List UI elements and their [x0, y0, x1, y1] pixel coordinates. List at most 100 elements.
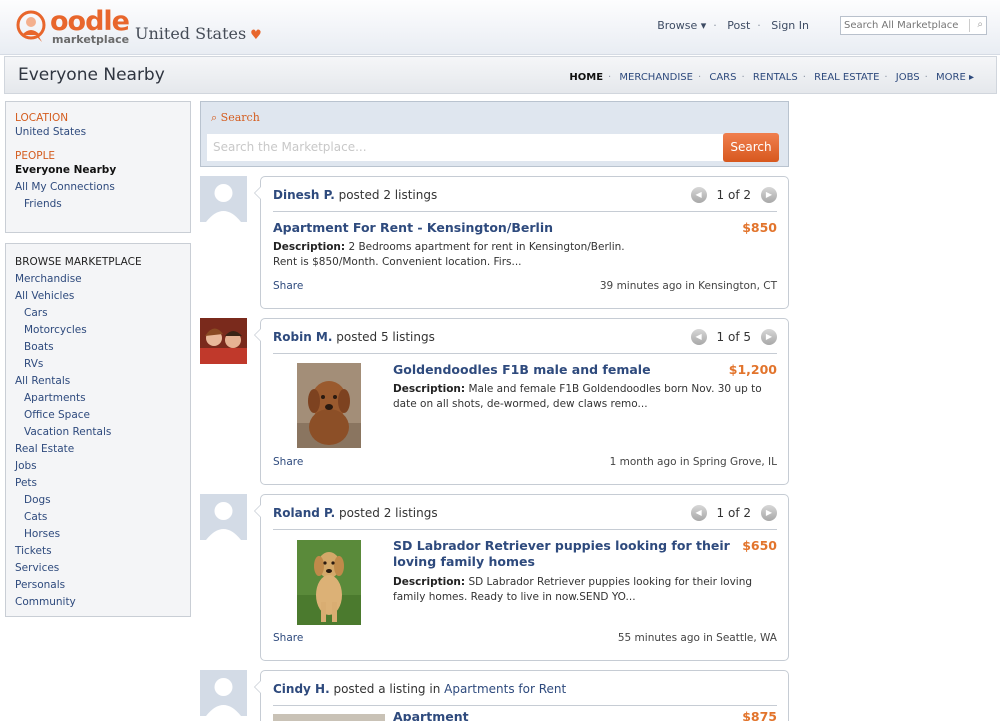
location-heading: LOCATION — [15, 112, 69, 124]
description-label: Description: — [393, 576, 466, 588]
feed-card: Robin M. posted 5 listings ◀ 1 of 5 ▶ Go… — [254, 318, 789, 485]
people-everyone-nearby[interactable]: Everyone Nearby — [15, 162, 181, 179]
share-link[interactable]: Share — [273, 456, 303, 468]
browse-item[interactable]: Apartments — [15, 390, 181, 407]
browse-item[interactable]: Pets — [15, 475, 181, 492]
nav-separator: · — [884, 72, 888, 83]
user-link[interactable]: Cindy H. — [273, 682, 330, 696]
browse-item[interactable]: Cars — [15, 305, 181, 322]
avatar-placeholder[interactable] — [200, 176, 247, 222]
listing-title[interactable]: SD Labrador Retriever puppies looking fo… — [393, 538, 743, 570]
browse-item[interactable]: RVs — [15, 356, 181, 373]
avatar[interactable] — [200, 318, 247, 364]
feed-card: Cindy H. posted a listing in Apartments … — [254, 670, 789, 721]
nav-separator: · — [713, 19, 717, 32]
prev-arrow-icon[interactable]: ◀ — [690, 329, 707, 345]
nav-rentals[interactable]: RENTALS — [753, 72, 798, 83]
section-header: Everyone Nearby HOME · MERCHANDISE · CARS ·… — [4, 56, 997, 94]
sign-in-link[interactable]: Sign In — [771, 19, 809, 32]
browse-heading: BROWSE MARKETPLACE — [15, 256, 142, 268]
browse-item[interactable]: Community — [15, 594, 181, 611]
nav-jobs[interactable]: JOBS — [896, 72, 920, 83]
nav-separator: · — [757, 19, 761, 32]
listing-title[interactable]: Apartment — [393, 709, 469, 721]
nav-separator: · — [741, 72, 745, 83]
default-avatar-icon — [200, 494, 247, 540]
people-friends[interactable]: Friends — [15, 196, 181, 213]
browse-item[interactable]: Tickets — [15, 543, 181, 560]
browse-item[interactable]: Dogs — [15, 492, 181, 509]
browse-item[interactable]: Jobs — [15, 458, 181, 475]
card-divider — [273, 353, 777, 354]
nav-more[interactable]: MORE ▸ — [936, 72, 974, 83]
user-link[interactable]: Robin M. — [273, 330, 332, 344]
share-link[interactable]: Share — [273, 280, 303, 292]
location-link[interactable]: United States — [15, 124, 181, 141]
nav-cars[interactable]: CARS — [709, 72, 736, 83]
pager-count: 1 of 5 — [716, 330, 751, 344]
browse-list: Merchandise All Vehicles Cars Motorcycles Bo… — [15, 271, 181, 611]
browse-item[interactable]: Real Estate — [15, 441, 181, 458]
post-link[interactable]: Post — [727, 19, 750, 32]
browse-item[interactable]: Office Space — [15, 407, 181, 424]
browse-item[interactable]: Vacation Rentals — [15, 424, 181, 441]
browse-item[interactable]: All Vehicles — [15, 288, 181, 305]
browse-item[interactable]: Merchandise — [15, 271, 181, 288]
next-arrow-icon[interactable]: ▶ — [761, 505, 777, 521]
browse-item[interactable]: Motorcycles — [15, 322, 181, 339]
browse-item[interactable]: Boats — [15, 339, 181, 356]
puppy-photo — [297, 540, 361, 625]
next-arrow-icon[interactable]: ▶ — [761, 187, 777, 203]
avatar-placeholder[interactable] — [200, 670, 247, 716]
card-heading: Robin M. posted 5 listings — [273, 330, 435, 344]
card-heading: Cindy H. posted a listing in Apartments … — [273, 682, 566, 696]
prev-arrow-icon[interactable]: ◀ — [690, 505, 707, 521]
listing-title[interactable]: Apartment For Rent - Kensington/Berlin — [273, 220, 553, 236]
marketplace-search-input[interactable]: Search the Marketplace... — [207, 134, 723, 161]
browse-item[interactable]: Cats — [15, 509, 181, 526]
card-pointer — [254, 504, 261, 518]
global-search-input[interactable] — [841, 17, 963, 34]
page-title: Everyone Nearby — [18, 65, 165, 85]
listing-thumbnail[interactable] — [297, 540, 361, 625]
listing-description: Description: Male and female F1B Goldend… — [393, 382, 773, 412]
listing-meta: 1 month ago in Spring Grove, IL — [609, 456, 777, 468]
country-label: United States — [135, 24, 247, 43]
people-all-connections[interactable]: All My Connections — [15, 179, 181, 196]
user-link[interactable]: Roland P. — [273, 506, 335, 520]
user-link[interactable]: Dinesh P. — [273, 188, 335, 202]
oodle-logo[interactable]: oodle marketplace — [16, 6, 130, 47]
listing-price: $1,200 — [728, 362, 777, 377]
card-divider — [273, 705, 777, 706]
prev-arrow-icon[interactable]: ◀ — [690, 187, 707, 203]
nav-separator: · — [608, 72, 612, 83]
country-selector[interactable]: United States ♥ — [135, 24, 262, 43]
avatar-placeholder[interactable] — [200, 494, 247, 540]
browse-item[interactable]: All Rentals — [15, 373, 181, 390]
top-header: oodle marketplace United States ♥ Browse … — [0, 0, 1000, 55]
card-heading: Dinesh P. posted 2 listings — [273, 188, 437, 202]
sidebar-people-box: LOCATION United States PEOPLE Everyone N… — [5, 101, 191, 233]
browse-item[interactable]: Horses — [15, 526, 181, 543]
browse-menu[interactable]: Browse ▾ — [657, 19, 706, 32]
feed-card: Dinesh P. posted 2 listings ◀ 1 of 2 ▶ A… — [254, 176, 789, 309]
listing-title[interactable]: Goldendoodles F1B male and female — [393, 362, 651, 378]
nav-home[interactable]: HOME — [569, 72, 603, 83]
nav-merchandise[interactable]: MERCHANDISE — [619, 72, 693, 83]
browse-item[interactable]: Personals — [15, 577, 181, 594]
search-icon[interactable]: ⌕ — [969, 19, 983, 32]
card-heading: Roland P. posted 2 listings — [273, 506, 438, 520]
category-nav: HOME · MERCHANDISE · CARS · RENTALS · REAL E… — [565, 72, 978, 83]
listing-thumbnail[interactable] — [273, 714, 385, 721]
listing-price: $850 — [742, 220, 777, 235]
listing-thumbnail[interactable] — [297, 363, 361, 448]
puppy-photo — [297, 363, 361, 448]
listing-pager: ◀ 1 of 2 ▶ — [690, 187, 777, 203]
category-link[interactable]: Apartments for Rent — [444, 682, 566, 696]
nav-real-estate[interactable]: REAL ESTATE — [814, 72, 879, 83]
listing-price: $650 — [742, 538, 777, 553]
share-link[interactable]: Share — [273, 632, 303, 644]
browse-item[interactable]: Services — [15, 560, 181, 577]
next-arrow-icon[interactable]: ▶ — [761, 329, 777, 345]
search-button[interactable]: Search — [723, 133, 779, 162]
